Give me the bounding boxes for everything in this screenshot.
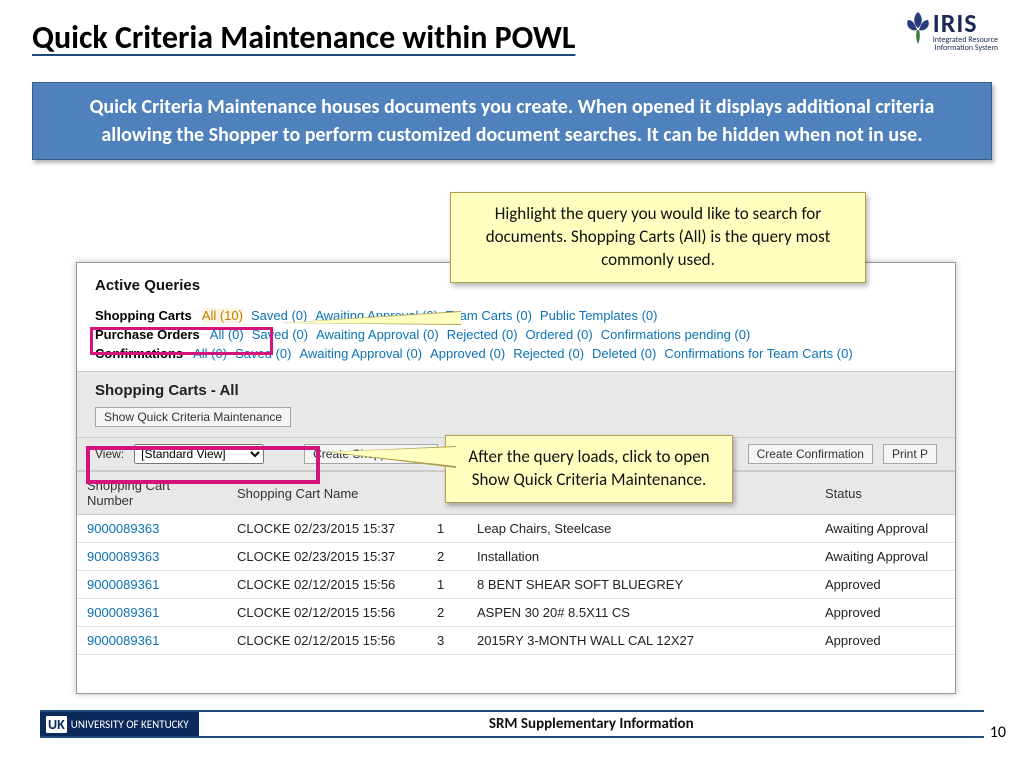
table-cell: Leap Chairs, Steelcase — [467, 515, 815, 543]
table-cell: 9000089361 — [77, 599, 227, 627]
query-link[interactable]: Saved (0) — [235, 346, 291, 361]
table-cell: Approved — [815, 627, 955, 655]
table-cell: 9000089363 — [77, 543, 227, 571]
table-cell: 9000089361 — [77, 571, 227, 599]
query-link[interactable]: Rejected (0) — [513, 346, 584, 361]
table-row: 9000089361 CLOCKE 02/12/2015 15:5632015RY… — [77, 627, 955, 655]
panel-title: Shopping Carts - All — [77, 371, 955, 399]
query-link[interactable]: Saved (0) — [252, 327, 308, 342]
table-cell: ASPEN 30 20# 8.5X11 CS — [467, 599, 815, 627]
iris-logo: IRIS Integrated Resource Information Sys… — [903, 10, 998, 52]
table-cell: Awaiting Approval — [815, 515, 955, 543]
query-link[interactable]: Confirmations pending (0) — [601, 327, 751, 342]
callout-highlight-query: Highlight the query you would like to se… — [450, 192, 866, 283]
query-row-label: Confirmations — [95, 346, 183, 361]
iris-brand-text: IRIS — [933, 10, 998, 36]
query-link[interactable]: Awaiting Approval (0) — [316, 327, 439, 342]
table-cell: Installation — [467, 543, 815, 571]
query-link[interactable]: All (0) — [193, 346, 227, 361]
footer-title: SRM Supplementary Information — [199, 715, 984, 733]
table-header: Shopping Cart Number — [77, 472, 227, 515]
query-row: Confirmations All (0) Saved (0) Awaiting Ap… — [95, 346, 937, 361]
table-row: 9000089363 CLOCKE 02/23/2015 15:371Leap C… — [77, 515, 955, 543]
page-title: Quick Criteria Maintenance within POWL — [32, 18, 575, 57]
callout-2-text: After the query loads, click to open Sho… — [468, 446, 709, 490]
query-link[interactable]: All (0) — [210, 327, 244, 342]
table-cell: CLOCKE 02/23/2015 15:37 — [227, 515, 427, 543]
query-link[interactable]: All (10) — [202, 308, 243, 323]
uk-mark: UK — [46, 716, 67, 733]
query-row-label: Shopping Carts — [95, 308, 192, 323]
table-cell: 1 — [427, 515, 467, 543]
show-quick-criteria-button[interactable]: Show Quick Criteria Maintenance — [95, 407, 291, 427]
table-cell: CLOCKE 02/23/2015 15:37 — [227, 543, 427, 571]
view-label: View: — [95, 447, 124, 461]
table-cell: Approved — [815, 571, 955, 599]
callout-1-text: Highlight the query you would like to se… — [486, 203, 831, 270]
table-row: 9000089361 CLOCKE 02/12/2015 15:5618 BENT… — [77, 571, 955, 599]
query-link[interactable]: Deleted (0) — [592, 346, 656, 361]
table-header: Shopping Cart Name — [227, 472, 427, 515]
cart-number-link[interactable]: 9000089361 — [87, 605, 159, 620]
query-link[interactable]: Rejected (0) — [447, 327, 518, 342]
table-cell: CLOCKE 02/12/2015 15:56 — [227, 627, 427, 655]
uk-badge: UK UNIVERSITY OF KENTUCKY — [40, 712, 199, 736]
query-link[interactable]: Approved (0) — [430, 346, 505, 361]
table-header: Status — [815, 472, 955, 515]
iris-sub-2: Information System — [933, 44, 998, 52]
table-cell: 9000089363 — [77, 515, 227, 543]
uk-text: UNIVERSITY OF KENTUCKY — [71, 718, 189, 731]
print-button[interactable]: Print P — [883, 444, 937, 464]
cart-number-link[interactable]: 9000089361 — [87, 577, 159, 592]
create-confirmation-button[interactable]: Create Confirmation — [748, 444, 873, 464]
table-row: 9000089361 CLOCKE 02/12/2015 15:562ASPEN … — [77, 599, 955, 627]
query-link[interactable]: Confirmations for Team Carts (0) — [664, 346, 852, 361]
cart-number-link[interactable]: 9000089363 — [87, 521, 159, 536]
query-link[interactable]: Awaiting Approval (0) — [299, 346, 422, 361]
callout-show-qcm: After the query loads, click to open Sho… — [445, 435, 733, 503]
query-row-label: Purchase Orders — [95, 327, 200, 342]
query-link[interactable]: Public Templates (0) — [540, 308, 658, 323]
cart-number-link[interactable]: 9000089363 — [87, 549, 159, 564]
footer-bar: UK UNIVERSITY OF KENTUCKY SRM Supplement… — [40, 710, 984, 738]
cart-number-link[interactable]: 9000089361 — [87, 633, 159, 648]
table-cell: CLOCKE 02/12/2015 15:56 — [227, 599, 427, 627]
table-cell: Approved — [815, 599, 955, 627]
table-cell: 1 — [427, 571, 467, 599]
table-cell: 2 — [427, 599, 467, 627]
table-row: 9000089363 CLOCKE 02/23/2015 15:372Instal… — [77, 543, 955, 571]
view-select[interactable]: [Standard View] — [134, 444, 264, 464]
query-link[interactable]: Ordered (0) — [526, 327, 593, 342]
table-cell: Awaiting Approval — [815, 543, 955, 571]
table-cell: 8 BENT SHEAR SOFT BLUEGREY — [467, 571, 815, 599]
table-cell: 9000089361 — [77, 627, 227, 655]
query-row: Shopping CartsAll (10)Saved (0)Awaiting … — [95, 308, 937, 323]
table-cell: 3 — [427, 627, 467, 655]
query-row: Purchase Orders All (0) Saved (0) Awaiting … — [95, 327, 937, 342]
table-cell: 2015RY 3-MONTH WALL CAL 12X27 — [467, 627, 815, 655]
page-number: 10 — [990, 723, 1006, 742]
info-box: Quick Criteria Maintenance houses docume… — [32, 82, 992, 160]
iris-flower-icon — [903, 10, 933, 44]
table-cell: CLOCKE 02/12/2015 15:56 — [227, 571, 427, 599]
table-cell: 2 — [427, 543, 467, 571]
